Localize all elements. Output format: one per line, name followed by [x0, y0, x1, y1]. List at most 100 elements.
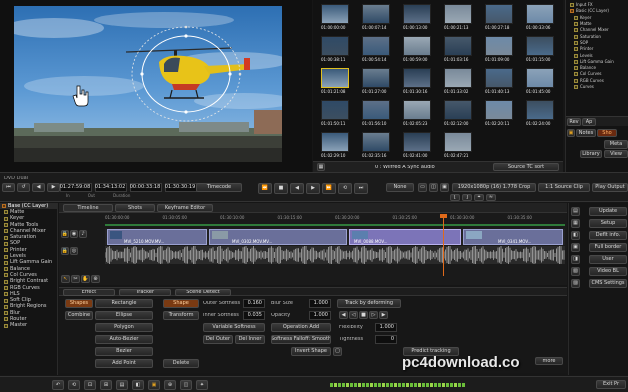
prev-frame-button[interactable]: ⏪ — [258, 183, 272, 194]
none-dropdown[interactable]: None — [386, 183, 414, 192]
next-frame-button[interactable]: ⏩ — [322, 183, 336, 194]
play-forward-button[interactable]: ▶ — [306, 183, 320, 194]
panel-icon-1[interactable]: ▤ — [571, 207, 580, 216]
bottom-tool-icon[interactable]: ◫ — [180, 380, 192, 390]
fx-tree-item[interactable]: Curves — [568, 84, 628, 90]
clip-thumbnail[interactable] — [403, 68, 431, 88]
viewer-frame[interactable] — [14, 6, 282, 162]
clip-thumbnail[interactable] — [403, 36, 431, 56]
source-clip-dropdown[interactable]: 1:1 Source Clip — [538, 183, 590, 192]
effect-tab[interactable]: Effect — [63, 289, 115, 296]
timecode-button[interactable]: Timecode — [196, 183, 242, 192]
default-info-button[interactable]: Deflt info. — [589, 231, 627, 240]
hand-tool-icon[interactable]: ✋ — [81, 275, 90, 283]
clip-thumbnail[interactable] — [321, 132, 349, 152]
shape-type-button[interactable]: Polygon — [95, 323, 153, 332]
clip-thumbnail[interactable] — [444, 4, 472, 24]
clip-thumbnail[interactable] — [403, 4, 431, 24]
outer-softness-value[interactable]: 0.160 — [243, 299, 265, 308]
out-timecode[interactable]: 01:34:13:02 — [95, 183, 127, 192]
bottom-tool-icon[interactable]: ⊞ — [100, 380, 112, 390]
bottom-tool-icon[interactable]: ⟲ — [68, 380, 80, 390]
view-mode-icon-3[interactable]: ▣ — [440, 183, 449, 192]
inner-softness-value[interactable]: 0.035 — [243, 311, 265, 320]
clip-thumbnail[interactable] — [526, 4, 554, 24]
cms-settings-button[interactable]: CMS Settings — [589, 279, 627, 288]
bottom-tool-icon[interactable]: ↶ — [52, 380, 64, 390]
view-button[interactable]: View — [604, 150, 628, 158]
bottom-tool-icon[interactable]: ⊡ — [84, 380, 96, 390]
in-timecode[interactable]: 01:27:59:08 — [60, 183, 92, 192]
play-reverse-button[interactable]: ◀ — [290, 183, 304, 194]
exit-button[interactable]: Exit Pr — [596, 380, 626, 389]
mark-out-icon[interactable]: ] — [462, 194, 472, 201]
shape-type-button[interactable]: Add Point — [95, 359, 153, 368]
user-button[interactable]: User — [589, 255, 627, 264]
end-button[interactable]: ⏭ — [354, 183, 368, 194]
shape-type-button[interactable]: Auto-Bezier — [95, 335, 153, 344]
select-tool-icon[interactable]: ↖ — [61, 275, 70, 283]
ripple-icon[interactable]: ≈ — [486, 194, 496, 201]
shapes-button[interactable]: Shapes — [65, 299, 93, 308]
stop-button[interactable]: ■ — [274, 183, 288, 194]
clip-thumbnail[interactable] — [485, 100, 513, 120]
transform-button[interactable]: Transform — [163, 311, 199, 320]
combine-button[interactable]: Combine — [65, 311, 93, 320]
rev-tab[interactable]: Rev — [567, 118, 581, 126]
keyframe-editor-tab[interactable]: Keyframe Editor — [157, 204, 213, 212]
notes-button[interactable]: Notes — [576, 129, 596, 137]
current-timecode[interactable]: 01:30:30:19 — [165, 183, 197, 192]
clip-thumbnail[interactable] — [362, 132, 390, 152]
rewind-button[interactable]: ◀ — [32, 183, 45, 192]
track-by-deforming-button[interactable]: Track by deforming — [337, 299, 401, 308]
track-stop-icon[interactable]: ■ — [359, 311, 368, 319]
view-mode-icon-2[interactable]: ◫ — [429, 183, 438, 192]
go-start-button[interactable]: ⏮ — [2, 183, 15, 192]
clip-thumbnail[interactable] — [444, 36, 472, 56]
clip-thumbnail[interactable] — [403, 100, 431, 120]
del-outer-button[interactable]: Del Outer — [203, 335, 233, 344]
clip-thumbnail[interactable] — [485, 68, 513, 88]
clip-thumbnail[interactable] — [362, 4, 390, 24]
clip-4[interactable]: MVI_0341.MOV... — [463, 229, 563, 245]
timeline-tab[interactable]: Timeline — [63, 204, 113, 212]
clip-thumbnail[interactable] — [444, 100, 472, 120]
clip-thumbnail[interactable] — [362, 68, 390, 88]
source-sort-button[interactable]: Source TC sort — [493, 163, 559, 171]
node-tree-item[interactable]: Master — [4, 323, 57, 329]
shape-type-button[interactable]: Bezier — [95, 347, 153, 356]
flexibility-value[interactable]: 1.000 — [375, 323, 397, 332]
clip-thumbnail[interactable] — [485, 4, 513, 24]
duration-timecode[interactable]: 00:00:33:18 — [130, 183, 162, 192]
video-bl-button[interactable]: Video BL — [589, 267, 627, 276]
track-lock-icon[interactable]: 🔒 — [61, 230, 69, 238]
mark-in-icon[interactable]: [ — [450, 194, 460, 201]
track-forward-frame-icon[interactable]: ▷ — [369, 311, 378, 319]
clip-2[interactable]: MVI_0302.MOV.MV... — [209, 229, 347, 245]
track-back-icon[interactable]: ◀ — [339, 311, 348, 319]
view-mode-icon-1[interactable]: ▭ — [418, 183, 427, 192]
clip-thumbnail[interactable] — [526, 36, 554, 56]
ap-tab[interactable]: Ap — [582, 118, 596, 126]
softness-falloff-button[interactable]: Softness Falloff: Smooth — [271, 335, 331, 344]
invert-shape-toggle[interactable]: ▢ — [333, 347, 342, 356]
track-back-frame-icon[interactable]: ◁ — [349, 311, 358, 319]
meta-button[interactable]: Meta — [604, 140, 628, 149]
grid-view-icon[interactable]: ▦ — [317, 163, 325, 171]
panel-icon-7[interactable]: ▨ — [571, 279, 580, 288]
panel-icon-3[interactable]: ◧ — [571, 231, 580, 240]
shots-tab[interactable]: Shots — [115, 204, 155, 212]
bookmark-icon[interactable]: ▣ — [567, 129, 575, 137]
variable-softness-button[interactable]: Variable Softness — [203, 323, 265, 332]
snap-icon[interactable]: ⌖ — [474, 194, 484, 201]
clip-thumbnail[interactable] — [444, 132, 472, 152]
invert-shape-button[interactable]: Invert Shape — [291, 347, 331, 356]
reset-button[interactable]: ↺ — [17, 183, 30, 192]
clip-thumbnail[interactable] — [321, 100, 349, 120]
bottom-tool-icon[interactable]: ▣ — [148, 380, 160, 390]
more-button[interactable]: more — [535, 357, 563, 365]
library-button[interactable]: Library — [580, 150, 602, 158]
blur-size-value[interactable]: 1.000 — [309, 299, 331, 308]
clip-thumbnail[interactable] — [444, 68, 472, 88]
clip-thumbnail[interactable] — [362, 36, 390, 56]
